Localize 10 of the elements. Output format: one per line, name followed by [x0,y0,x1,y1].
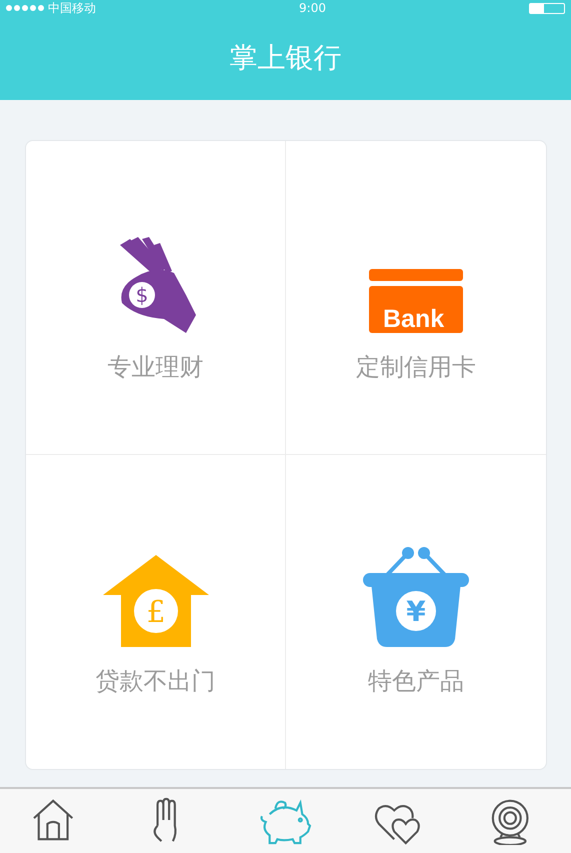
battery-icon [528,2,565,14]
menu-tile[interactable]: ¥ 特色产品 [286,455,546,769]
status-time: 9:00 [299,0,326,16]
page-title: 掌上银行 [230,40,342,76]
carrier-name: 中国移动 [48,0,96,16]
menu-tile[interactable]: £ 贷款不出门 [26,455,286,769]
house-coin-icon: £ [102,555,208,647]
menu-tile[interactable]: $ 专业理财 [26,141,286,455]
menu-tile[interactable]: Bank 定制信用卡 [286,141,546,455]
signal-icon [6,5,44,11]
